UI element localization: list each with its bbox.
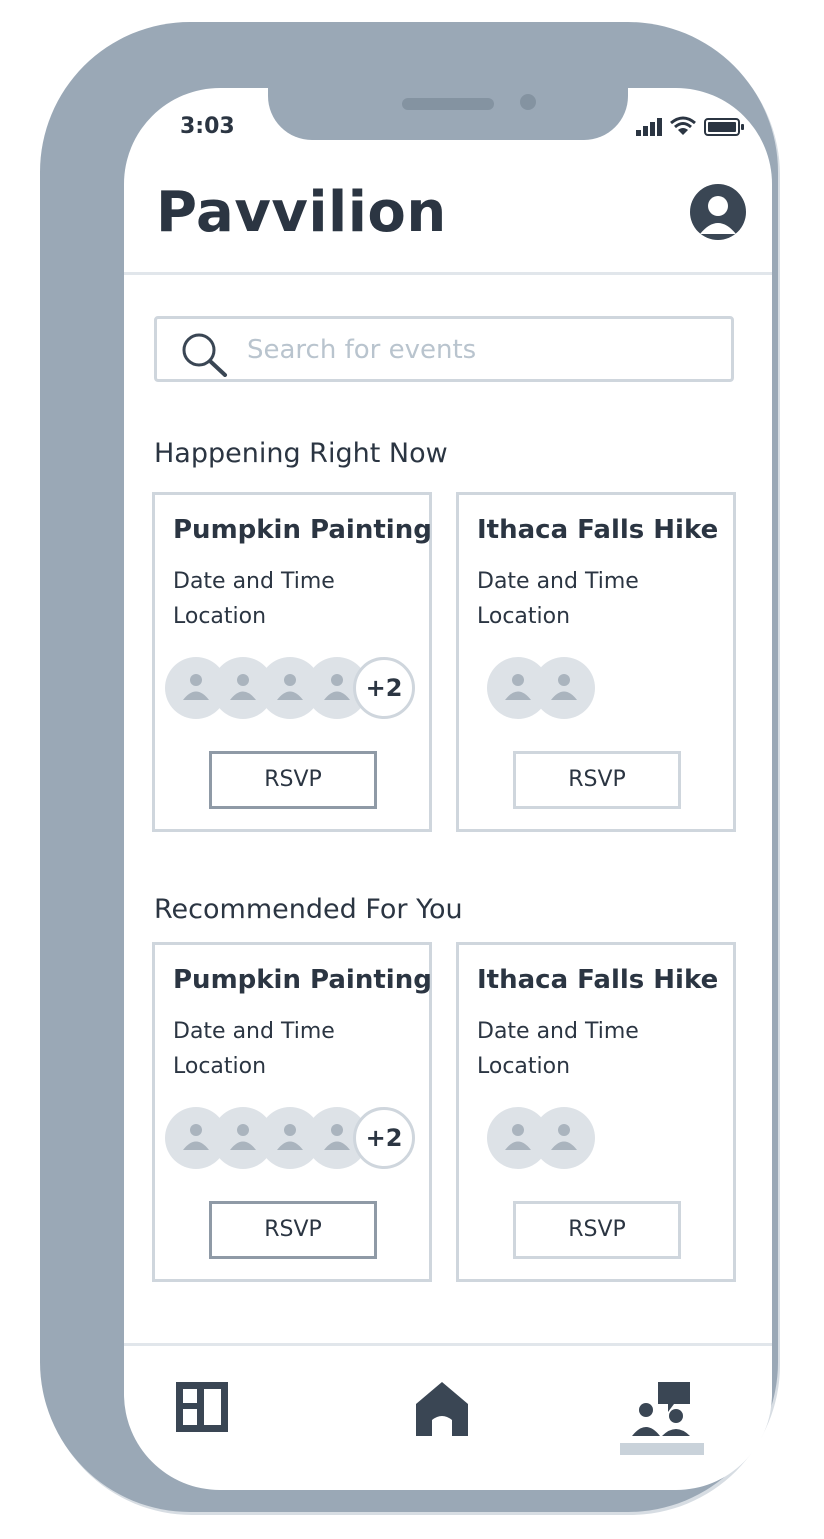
wifi-icon [670, 116, 696, 135]
rsvp-button[interactable]: RSVP [209, 1201, 377, 1259]
person-icon [551, 1124, 577, 1150]
event-date-time: Date and Time [477, 1019, 639, 1044]
attendee-avatar [533, 1107, 595, 1169]
attendee-avatar [533, 657, 595, 719]
app-screen: 3:03 Pavvilion Search for events Happeni… [124, 88, 772, 1490]
section-title-happening-now: Happening Right Now [154, 438, 448, 469]
person-icon [277, 674, 303, 700]
person-icon [505, 1124, 531, 1150]
signal-icon [636, 118, 662, 136]
person-icon [230, 674, 256, 700]
camera [520, 94, 536, 110]
event-card[interactable]: Ithaca Falls Hike Date and Time Location… [456, 942, 736, 1282]
nav-home-button[interactable] [414, 1380, 470, 1442]
person-icon [183, 674, 209, 700]
app-title: Pavvilion [156, 180, 447, 245]
rsvp-button[interactable]: RSVP [209, 751, 377, 809]
event-location: Location [173, 1054, 267, 1079]
profile-avatar-button[interactable] [690, 184, 746, 240]
home-icon [416, 1382, 468, 1436]
search-placeholder: Search for events [247, 335, 477, 365]
person-icon [324, 1124, 350, 1150]
community-icon [632, 1382, 690, 1436]
person-icon [505, 674, 531, 700]
search-icon [182, 333, 227, 377]
person-icon [324, 674, 350, 700]
header-divider [124, 272, 772, 275]
person-icon [277, 1124, 303, 1150]
user-icon [700, 196, 736, 234]
speaker [402, 98, 494, 110]
event-title: Pumpkin Painting [173, 965, 432, 995]
person-icon [551, 674, 577, 700]
event-location: Location [477, 604, 571, 629]
event-title: Ithaca Falls Hike [477, 965, 719, 995]
extra-attendees-badge: +2 [353, 657, 415, 719]
status-icons [636, 116, 744, 136]
active-tab-indicator [620, 1443, 704, 1455]
nav-dashboard-button[interactable] [174, 1380, 230, 1438]
bottom-nav-divider [124, 1343, 772, 1346]
event-title: Pumpkin Painting [173, 515, 432, 545]
event-card[interactable]: Ithaca Falls Hike Date and Time Location… [456, 492, 736, 832]
event-date-time: Date and Time [173, 1019, 335, 1044]
rsvp-button[interactable]: RSVP [513, 751, 681, 809]
event-card[interactable]: Pumpkin Painting Date and Time Location … [152, 942, 432, 1282]
event-location: Location [477, 1054, 571, 1079]
status-time: 3:03 [180, 114, 235, 139]
event-card[interactable]: Pumpkin Painting Date and Time Location … [152, 492, 432, 832]
rsvp-button[interactable]: RSVP [513, 1201, 681, 1259]
phone-frame: 3:03 Pavvilion Search for events Happeni… [40, 22, 778, 1512]
nav-community-button[interactable] [632, 1380, 694, 1442]
battery-icon [704, 118, 744, 136]
search-input[interactable]: Search for events [154, 316, 734, 382]
notch [268, 88, 628, 140]
person-icon [183, 1124, 209, 1150]
event-date-time: Date and Time [173, 569, 335, 594]
event-date-time: Date and Time [477, 569, 639, 594]
section-title-recommended: Recommended For You [154, 894, 463, 925]
event-title: Ithaca Falls Hike [477, 515, 719, 545]
event-location: Location [173, 604, 267, 629]
person-icon [230, 1124, 256, 1150]
dashboard-icon [176, 1382, 228, 1432]
extra-attendees-badge: +2 [353, 1107, 415, 1169]
